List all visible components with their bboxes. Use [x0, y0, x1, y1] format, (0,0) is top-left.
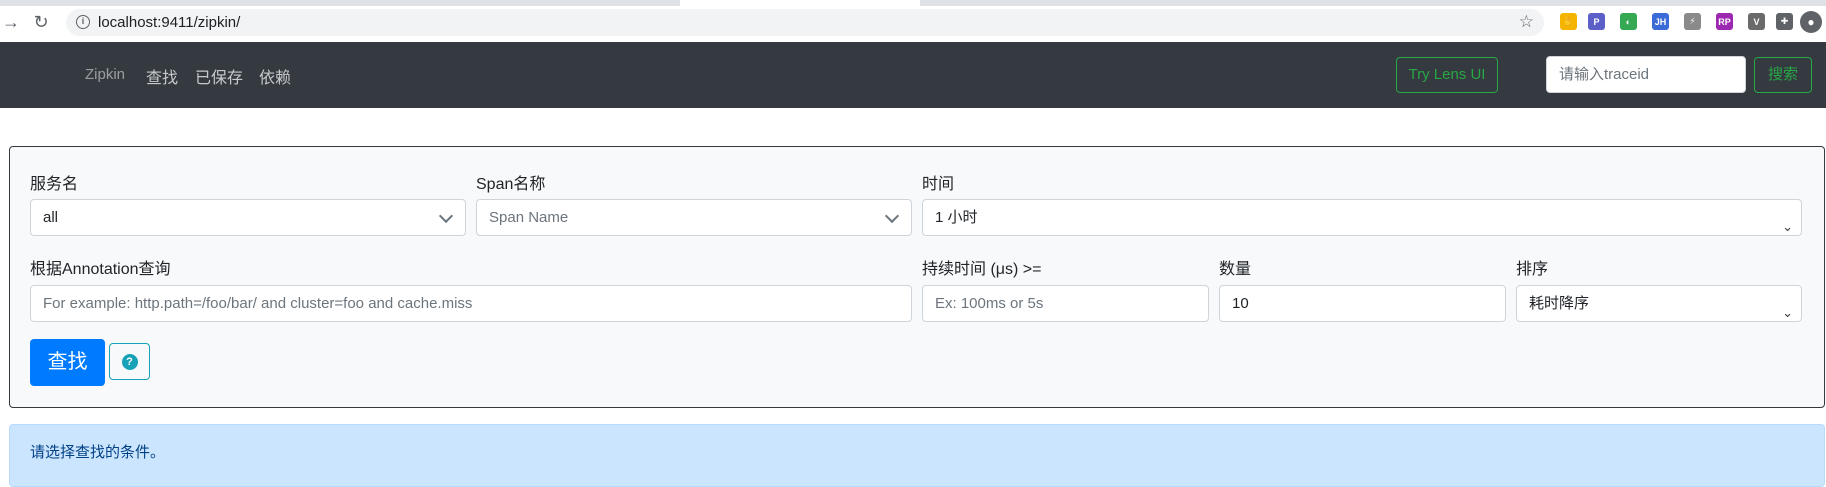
back-arrow-icon[interactable]: →	[0, 11, 22, 33]
service-name-select[interactable]: all	[30, 199, 466, 236]
active-tab[interactable]	[680, 0, 920, 6]
min-duration-input[interactable]: Ex: 100ms or 5s	[922, 285, 1209, 322]
tab-strip	[0, 0, 1826, 6]
span-name-placeholder: Span Name	[489, 209, 569, 226]
min-duration-placeholder: Ex: 100ms or 5s	[935, 295, 1044, 312]
find-traces-button[interactable]: 查找	[30, 339, 105, 386]
nav-link-dependencies[interactable]: 依赖	[259, 64, 291, 88]
brand-link[interactable]: Zipkin	[85, 66, 125, 83]
tool-extension-icon[interactable]: ⚡	[1684, 13, 1701, 30]
traceid-search-button[interactable]: 搜索	[1754, 57, 1812, 93]
vue-extension-icon[interactable]: V	[1748, 13, 1765, 30]
top-navbar: Zipkin 查找 已保存 依赖 Try Lens UI 搜索	[0, 42, 1826, 108]
help-button[interactable]: ?	[109, 343, 150, 380]
sort-label: 排序	[1516, 261, 1549, 278]
chrome-color-extension-icon[interactable]: ◐	[1620, 13, 1637, 30]
search-extension-icon[interactable]: P	[1588, 13, 1605, 30]
nav-link-find[interactable]: 查找	[146, 64, 178, 88]
sort-order-value: 耗时降序	[1529, 295, 1590, 312]
annotation-query-label: 根据Annotation查询	[30, 261, 171, 278]
profile-avatar-icon[interactable]: ●	[1800, 11, 1822, 33]
chevron-down-icon	[438, 208, 454, 224]
alert-message: 请选择查找的条件。	[30, 444, 166, 461]
puzzle-extension-icon[interactable]: ✚	[1776, 13, 1793, 30]
reload-icon[interactable]: ↻	[30, 11, 52, 33]
browser-chrome: → ↻ i localhost:9411/zipkin/ ☆ ✋ P ◐ JH ⚡ RP V…	[0, 0, 1826, 42]
info-alert: 请选择查找的条件。	[9, 424, 1825, 487]
limit-input[interactable]: 10	[1219, 285, 1506, 322]
annotation-query-placeholder: For example: http.path=/foo/bar/ and clu…	[43, 295, 473, 312]
chevron-down-icon	[884, 208, 900, 224]
select-arrow-icon: ⌄	[1782, 305, 1793, 320]
query-form-panel: 服务名 all Span名称 Span Name 时间 1 小时 ⌄ 根据Ann…	[9, 146, 1825, 408]
bookmark-star-icon[interactable]: ☆	[1519, 12, 1534, 32]
select-arrow-icon: ⌄	[1782, 219, 1793, 234]
time-range-value: 1 小时	[935, 209, 978, 226]
try-lens-ui-button[interactable]: Try Lens UI	[1396, 57, 1498, 93]
address-bar[interactable]: i localhost:9411/zipkin/ ☆	[66, 9, 1544, 36]
url-text: localhost:9411/zipkin/	[98, 14, 241, 31]
site-info-icon[interactable]: i	[76, 15, 90, 29]
time-label: 时间	[922, 176, 955, 193]
span-name-label: Span名称	[476, 176, 546, 193]
limit-value: 10	[1232, 295, 1249, 312]
nav-link-saved[interactable]: 已保存	[195, 64, 243, 88]
sort-order-select[interactable]: 耗时降序 ⌄	[1516, 285, 1802, 322]
annotation-query-input[interactable]: For example: http.path=/foo/bar/ and clu…	[30, 285, 912, 322]
traceid-input[interactable]	[1546, 56, 1746, 93]
question-icon: ?	[121, 353, 138, 370]
hand-extension-icon[interactable]: ✋	[1560, 13, 1577, 30]
span-name-select[interactable]: Span Name	[476, 199, 912, 236]
limit-label: 数量	[1219, 261, 1252, 278]
min-duration-label: 持续时间 (μs) >=	[922, 261, 1042, 278]
service-name-label: 服务名	[30, 176, 79, 193]
rp-extension-icon[interactable]: RP	[1716, 13, 1733, 30]
service-name-value: all	[43, 209, 59, 226]
time-range-select[interactable]: 1 小时 ⌄	[922, 199, 1802, 236]
jh-extension-icon[interactable]: JH	[1652, 13, 1669, 30]
